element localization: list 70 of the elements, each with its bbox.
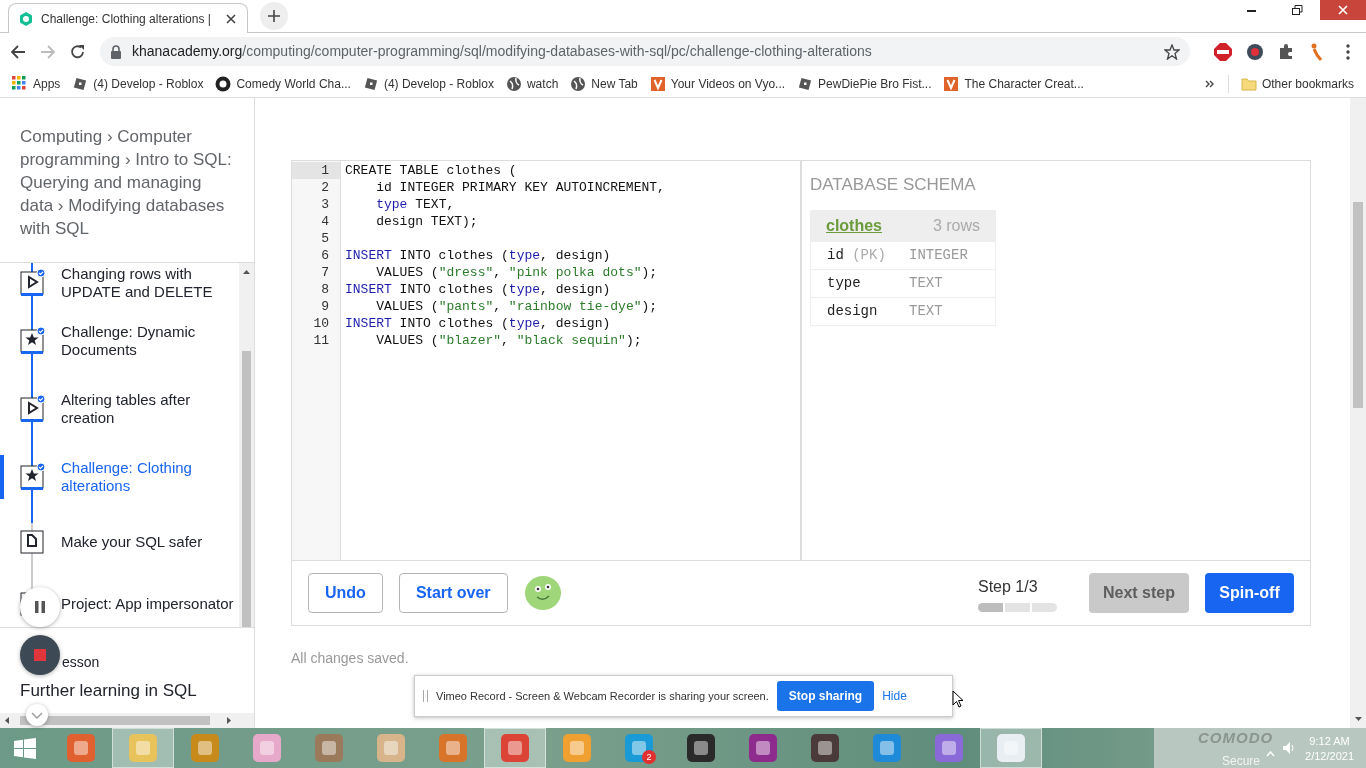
line-number: 3	[320, 196, 330, 213]
code-line: VALUES ("dress", "pink polka dots");	[375, 264, 658, 281]
notification-badge: 2	[642, 750, 656, 764]
line-number: 1	[292, 162, 340, 179]
lesson-title: Challenge: Clothing alterations	[61, 459, 193, 495]
browser-tab[interactable]: Challenge: Clothing alterations |	[8, 3, 248, 33]
code-line: VALUES ("pants", "rainbow tie-dye");	[375, 298, 658, 315]
bookmark-link[interactable]: New Tab	[566, 74, 642, 93]
code-line: CREATE TABLE clothes (	[345, 162, 517, 179]
column-type: INTEGER	[909, 245, 968, 265]
column-name: type	[827, 273, 862, 293]
other-bookmarks-link[interactable]: Other bookmarks	[1227, 74, 1358, 93]
breadcrumb-trail[interactable]: Computing › Computer programming › Intro to SQL: Querying and managing data › Modifying databases with SQL	[20, 125, 234, 240]
undo-button[interactable]: Undo	[308, 573, 383, 613]
schema-heading: DATABASE SCHEMA	[810, 174, 977, 196]
bookmark-link[interactable]: (4) Develop - Roblox	[68, 74, 208, 93]
bookmark-link[interactable]: (4) Develop - Roblox	[358, 74, 498, 93]
lesson-title: Challenge: Dynamic Documents	[61, 323, 197, 359]
step-counter: Step 1/3	[977, 576, 1039, 597]
line-number: 6	[320, 247, 330, 264]
bookmark-link[interactable]: Your Videos on Vyo...	[645, 74, 790, 93]
start-over-button[interactable]: Start over	[398, 573, 508, 613]
line-number: 4	[320, 213, 330, 230]
line-number: 8	[320, 281, 330, 298]
share-message: Vimeo Record - Screen & Webcam Recorder is sharing your screen.	[436, 688, 769, 704]
code-line: type TEXT,	[375, 196, 455, 213]
code-line: INSERT INTO clothes (type, design)	[345, 247, 611, 264]
column-name: design	[827, 301, 879, 321]
lesson-item[interactable]: Altering tables after creation	[0, 375, 239, 443]
taskbar-app-button[interactable]: 2	[608, 728, 670, 768]
lesson-item[interactable]: Make your SQL safer	[0, 511, 239, 573]
security-status: Secure	[1222, 753, 1261, 768]
hide-link[interactable]: Hide	[882, 687, 907, 705]
lesson-item[interactable]: Challenge: Clothing alterations	[0, 443, 239, 511]
line-number: 11	[312, 332, 330, 349]
line-number: 9	[320, 298, 330, 315]
bookmark-link[interactable]: Comedy World Cha...	[211, 74, 355, 93]
bookmark-link[interactable]: watch	[501, 74, 563, 93]
lesson-item[interactable]: Changing rows with UPDATE and DELETE	[0, 263, 239, 307]
column-name: id (PK)	[827, 245, 887, 265]
row-count: 3 rows	[932, 215, 980, 236]
lesson-title: Make your SQL safer	[61, 533, 203, 551]
bookmark-link[interactable]: Apps	[8, 74, 65, 93]
lesson-title: Altering tables after creation	[61, 391, 192, 427]
tab-title: Challenge: Clothing alterations |	[41, 10, 212, 28]
address-bar[interactable]: khanacademy.org/computing/computer-programming/sql/modifying-databases-with-sql/pc/challenge-clothing-alterations	[100, 37, 1190, 66]
lesson-title: Project: App impersonator	[61, 595, 234, 613]
next-lesson-title[interactable]: Further learning in SQL	[20, 678, 197, 704]
column-type: TEXT	[909, 273, 943, 293]
bookmark-link[interactable]: The Character Creat...	[939, 74, 1088, 93]
save-status: All changes saved.	[291, 649, 409, 668]
line-number: 5	[320, 230, 330, 247]
line-number: 10	[312, 315, 330, 332]
code-line: id INTEGER PRIMARY KEY AUTOINCREMENT,	[375, 179, 665, 196]
lesson-title: Changing rows with UPDATE and DELETE	[61, 265, 214, 301]
code-line: INSERT INTO clothes (type, design)	[345, 281, 611, 298]
line-number: 7	[320, 264, 330, 281]
code-line: design TEXT);	[375, 213, 478, 230]
line-number: 2	[320, 179, 330, 196]
bookmark-link[interactable]: PewDiePie Bro Fist...	[793, 74, 936, 93]
clock-time: 9:12 AM	[1308, 734, 1351, 749]
code-line: VALUES ("blazer", "black sequin");	[375, 332, 642, 349]
url-text: khanacademy.org/computing/computer-programming/sql/modifying-databases-with-sql/pc/challenge-clothing-alterations	[132, 42, 873, 61]
next-lesson-label: esson	[62, 653, 100, 672]
code-line: INSERT INTO clothes (type, design)	[345, 315, 611, 332]
spin-off-button[interactable]: Spin-off	[1205, 573, 1294, 613]
stop-sharing-button[interactable]: Stop sharing	[776, 681, 875, 711]
clock-date: 2/12/2021	[1305, 749, 1354, 764]
column-type: TEXT	[909, 301, 943, 321]
lesson-item[interactable]: Challenge: Dynamic Documents	[0, 307, 239, 375]
